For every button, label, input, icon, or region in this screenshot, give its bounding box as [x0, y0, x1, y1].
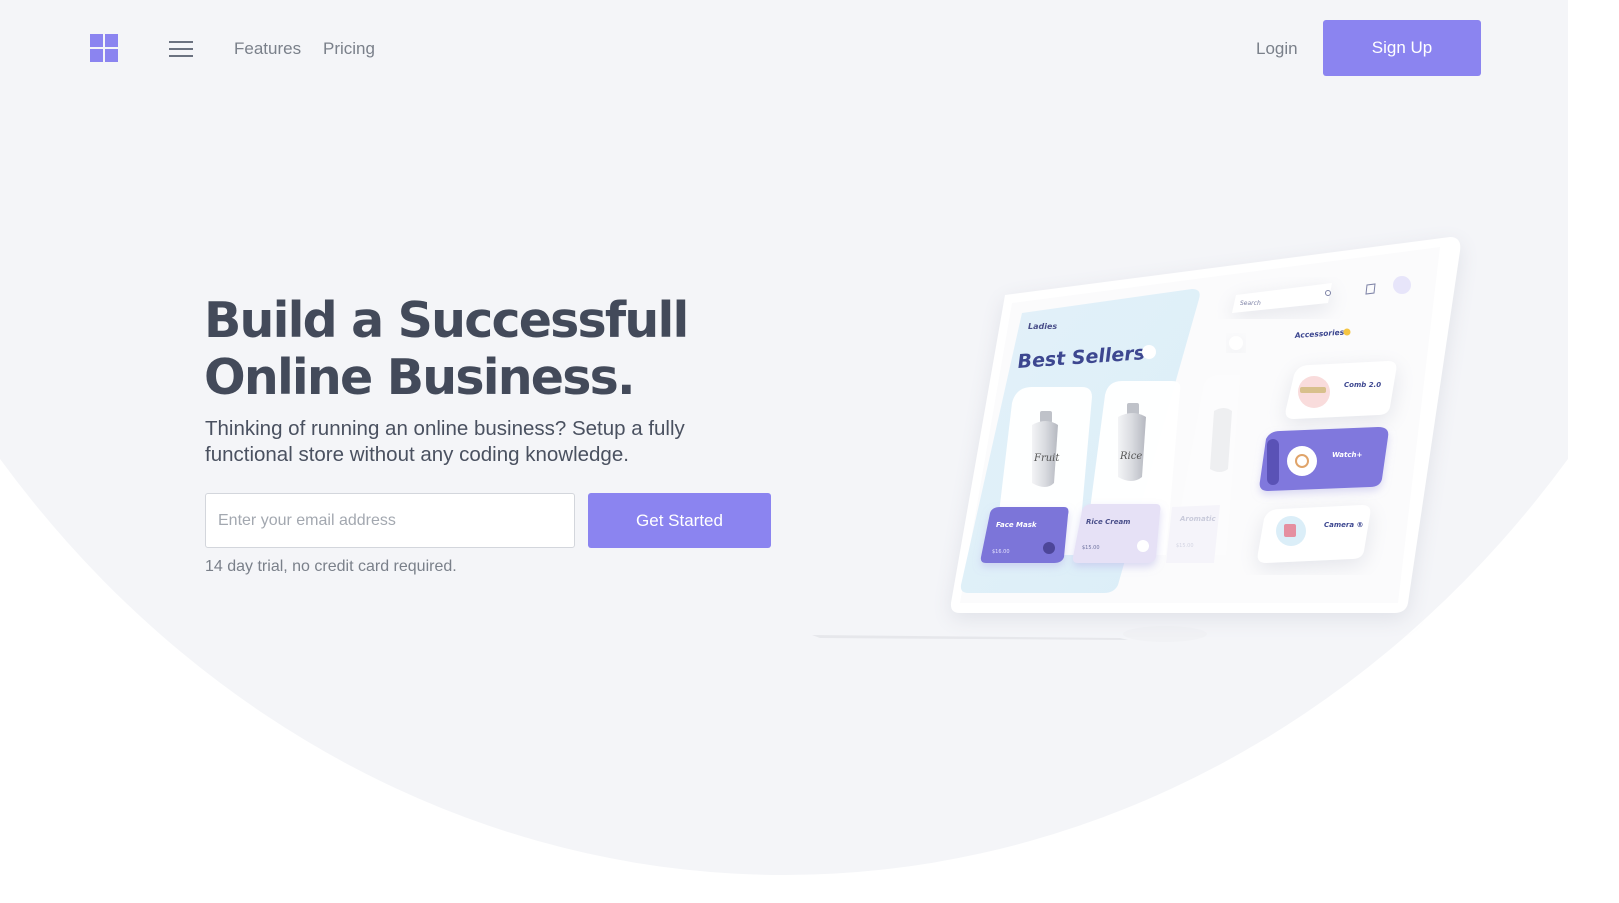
email-input[interactable]	[205, 493, 575, 548]
product-name: Aromatic	[1179, 515, 1216, 523]
watch-image	[1287, 446, 1317, 476]
hamburger-menu-icon[interactable]	[169, 40, 193, 58]
nav-link-pricing[interactable]: Pricing	[323, 38, 375, 60]
accessory-name: Comb 2.0	[1344, 381, 1381, 389]
logo-square	[90, 34, 103, 47]
mockup-illustration: Ladies Best Sellers Fruit Face Mask $16.…	[812, 237, 1461, 642]
accessory-name: Watch+	[1332, 451, 1362, 459]
product-price: $15.00	[1082, 545, 1100, 551]
product-price: $15.00	[1176, 543, 1194, 549]
site-header: Features Pricing Login Sign Up	[0, 0, 1568, 96]
product-name: Face Mask	[996, 521, 1038, 529]
menu-bar	[169, 41, 193, 43]
get-started-button[interactable]: Get Started	[588, 493, 771, 548]
comb-shape	[1300, 387, 1326, 393]
store-brand: Ladies	[1028, 322, 1057, 331]
bottle-label: Fruit	[1033, 453, 1060, 464]
product-price: $16.00	[992, 549, 1010, 555]
mockup-stand-base	[812, 635, 1128, 640]
hero-subtitle: Thinking of running an online business? …	[205, 417, 685, 466]
login-link[interactable]: Login	[1256, 38, 1298, 60]
store-dashboard-mockup: Ladies Best Sellers Fruit Face Mask $16.…	[800, 225, 1480, 665]
menu-bar	[169, 48, 193, 50]
trial-note: 14 day trial, no credit card required.	[205, 558, 457, 575]
nav-link-features[interactable]: Features	[234, 38, 301, 60]
add-to-cart-icon	[1137, 540, 1149, 552]
mockup-stand-foot	[1123, 626, 1207, 642]
filter-icon	[1142, 345, 1156, 359]
emoji-icon	[1343, 328, 1351, 336]
back-arrow-icon	[1229, 336, 1243, 350]
sign-up-button[interactable]: Sign Up	[1323, 20, 1481, 76]
logo-square	[90, 49, 103, 62]
camera-shape	[1284, 524, 1296, 537]
hero-title: Build a Successfull Online Business.	[204, 292, 824, 406]
logo-square	[105, 49, 118, 62]
apps-icon	[1393, 276, 1411, 294]
landing-page: Features Pricing Login Sign Up Build a S…	[0, 0, 1568, 875]
menu-bar	[169, 55, 193, 57]
product-card-rice-cream	[1072, 504, 1161, 563]
hero-title-line-1: Build a Successfull	[204, 292, 689, 349]
accessory-side-tab	[1267, 439, 1279, 485]
product-name: Rice Cream	[1086, 518, 1130, 526]
accessory-name: Camera ®	[1324, 521, 1364, 529]
logo-square	[105, 34, 118, 47]
bottle-label: Rice	[1119, 451, 1142, 462]
hero-title-line-2: Online Business.	[204, 349, 636, 406]
accessory-card-camera	[1257, 505, 1371, 563]
add-to-cart-icon	[1043, 542, 1055, 554]
mockup-search-placeholder: Search	[1240, 300, 1261, 307]
grid-logo[interactable]	[90, 34, 118, 62]
